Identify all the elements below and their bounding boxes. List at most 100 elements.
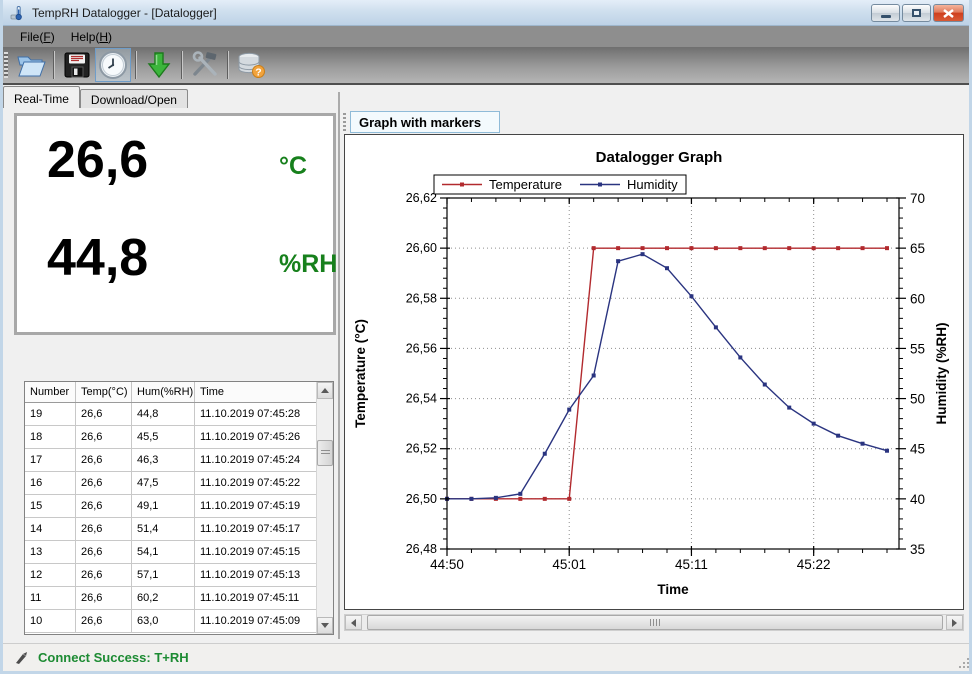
readings-table: NumberTemp(°C)Hum(%RH)Time 1926,644,811.… xyxy=(24,381,334,635)
table-cell: 46,3 xyxy=(132,449,195,471)
open-file-button[interactable] xyxy=(13,48,49,82)
table-cell: 11.10.2019 07:45:17 xyxy=(195,518,316,540)
table-cell: 45,5 xyxy=(132,426,195,448)
table-cell: 16 xyxy=(25,472,76,494)
save-button[interactable] xyxy=(59,48,95,82)
table-cell: 14 xyxy=(25,518,76,540)
datalogger-chart: 26,627026,606526,586026,565526,545026,52… xyxy=(345,135,963,609)
thumb-grip-icon xyxy=(650,619,660,626)
table-cell: 26,6 xyxy=(76,449,132,471)
table-cell: 49,1 xyxy=(132,495,195,517)
title-bar: TempRH Datalogger - [Datalogger] xyxy=(0,0,972,26)
table-cell: 60,2 xyxy=(132,587,195,609)
table-row[interactable]: 1726,646,311.10.2019 07:45:24 xyxy=(25,449,316,472)
svg-text:26,58: 26,58 xyxy=(406,291,437,305)
arrow-left-icon xyxy=(351,619,356,627)
chart-horizontal-scrollbar[interactable] xyxy=(344,614,964,631)
column-header[interactable]: Number xyxy=(25,382,76,402)
status-message: Connect Success: T+RH xyxy=(38,650,189,665)
table-vertical-scrollbar[interactable] xyxy=(316,382,333,634)
svg-text:44:50: 44:50 xyxy=(430,557,464,572)
temperature-value: 26,6 xyxy=(47,130,148,190)
svg-text:26,62: 26,62 xyxy=(406,191,437,205)
svg-text:26,60: 26,60 xyxy=(406,241,437,255)
table-cell: 26,6 xyxy=(76,426,132,448)
table-cell: 26,6 xyxy=(76,610,132,632)
window-title: TempRH Datalogger - [Datalogger] xyxy=(32,6,217,20)
settings-button[interactable] xyxy=(187,48,223,82)
table-cell: 26,6 xyxy=(76,541,132,563)
menu-bar: File(F) Help(H) xyxy=(0,26,972,47)
table-row[interactable]: 1126,660,211.10.2019 07:45:11 xyxy=(25,587,316,610)
scrollbar-thumb[interactable] xyxy=(367,615,943,630)
scrollbar-thumb[interactable] xyxy=(317,440,333,466)
scroll-left-button[interactable] xyxy=(345,615,362,630)
toolbar-separator xyxy=(53,51,55,79)
table-row[interactable]: 1626,647,511.10.2019 07:45:22 xyxy=(25,472,316,495)
maximize-button[interactable] xyxy=(902,4,931,22)
svg-text:26,54: 26,54 xyxy=(406,392,437,406)
table-row[interactable]: 1026,663,011.10.2019 07:45:09 xyxy=(25,610,316,633)
table-cell: 15 xyxy=(25,495,76,517)
database-button[interactable]: ? xyxy=(233,48,269,82)
settings-tools-icon xyxy=(190,51,220,79)
table-cell: 63,0 xyxy=(132,610,195,632)
table-cell: 17 xyxy=(25,449,76,471)
table-cell: 26,6 xyxy=(76,403,132,425)
scroll-right-button[interactable] xyxy=(946,615,963,630)
download-button[interactable] xyxy=(141,48,177,82)
panel-splitter[interactable] xyxy=(338,92,340,639)
toolbar-separator xyxy=(181,51,183,79)
svg-text:50: 50 xyxy=(910,392,925,407)
table-cell: 26,6 xyxy=(76,518,132,540)
maximize-icon xyxy=(912,9,921,17)
table-cell: 26,6 xyxy=(76,587,132,609)
graph-mode-select[interactable]: Graph with markers xyxy=(350,111,500,133)
tab-real-time[interactable]: Real-Time xyxy=(3,86,80,108)
svg-text:Humidity: Humidity xyxy=(627,177,678,192)
table-cell: 11.10.2019 07:45:13 xyxy=(195,564,316,586)
table-row[interactable]: 1326,654,111.10.2019 07:45:15 xyxy=(25,541,316,564)
column-header[interactable]: Temp(°C) xyxy=(76,382,132,402)
svg-text:?: ? xyxy=(255,67,261,79)
thumb-grip-icon xyxy=(321,450,330,456)
table-cell: 26,6 xyxy=(76,472,132,494)
svg-text:45:01: 45:01 xyxy=(552,557,586,572)
table-row[interactable]: 1526,649,111.10.2019 07:45:19 xyxy=(25,495,316,518)
table-row[interactable]: 1426,651,411.10.2019 07:45:17 xyxy=(25,518,316,541)
menu-help[interactable]: Help(H) xyxy=(65,28,122,46)
scroll-up-button[interactable] xyxy=(317,382,333,399)
toolbar-grip[interactable] xyxy=(4,52,8,78)
resize-grip-icon[interactable] xyxy=(958,657,970,669)
scroll-down-button[interactable] xyxy=(317,617,333,634)
svg-text:Time: Time xyxy=(657,582,689,597)
minimize-button[interactable] xyxy=(871,4,900,22)
app-window: TempRH Datalogger - [Datalogger] File(F)… xyxy=(0,0,972,674)
humidity-unit: %RH xyxy=(279,250,337,279)
tool-bar: ? xyxy=(0,47,972,85)
svg-text:60: 60 xyxy=(910,291,925,306)
close-button[interactable] xyxy=(933,4,964,22)
table-cell: 26,6 xyxy=(76,495,132,517)
tab-download-open[interactable]: Download/Open xyxy=(80,89,188,108)
table-cell: 54,1 xyxy=(132,541,195,563)
arrow-up-icon xyxy=(321,388,329,393)
table-row[interactable]: 1826,645,511.10.2019 07:45:26 xyxy=(25,426,316,449)
table-cell: 26,6 xyxy=(76,564,132,586)
download-arrow-icon xyxy=(145,51,173,79)
table-row[interactable]: 1926,644,811.10.2019 07:45:28 xyxy=(25,403,316,426)
column-header[interactable]: Hum(%RH) xyxy=(132,382,195,402)
realtime-button[interactable] xyxy=(95,48,131,82)
toolbar-separator xyxy=(227,51,229,79)
menu-file[interactable]: File(F) xyxy=(14,28,65,46)
table-cell: 51,4 xyxy=(132,518,195,540)
table-row[interactable]: 1226,657,111.10.2019 07:45:13 xyxy=(25,564,316,587)
table-cell: 47,5 xyxy=(132,472,195,494)
table-cell: 11.10.2019 07:45:09 xyxy=(195,610,316,632)
svg-text:45: 45 xyxy=(910,442,925,457)
table-cell: 12 xyxy=(25,564,76,586)
svg-text:70: 70 xyxy=(910,191,925,206)
column-header[interactable]: Time xyxy=(195,382,316,402)
svg-text:Datalogger Graph: Datalogger Graph xyxy=(596,149,723,166)
graph-toolbar-grip[interactable] xyxy=(343,113,346,133)
